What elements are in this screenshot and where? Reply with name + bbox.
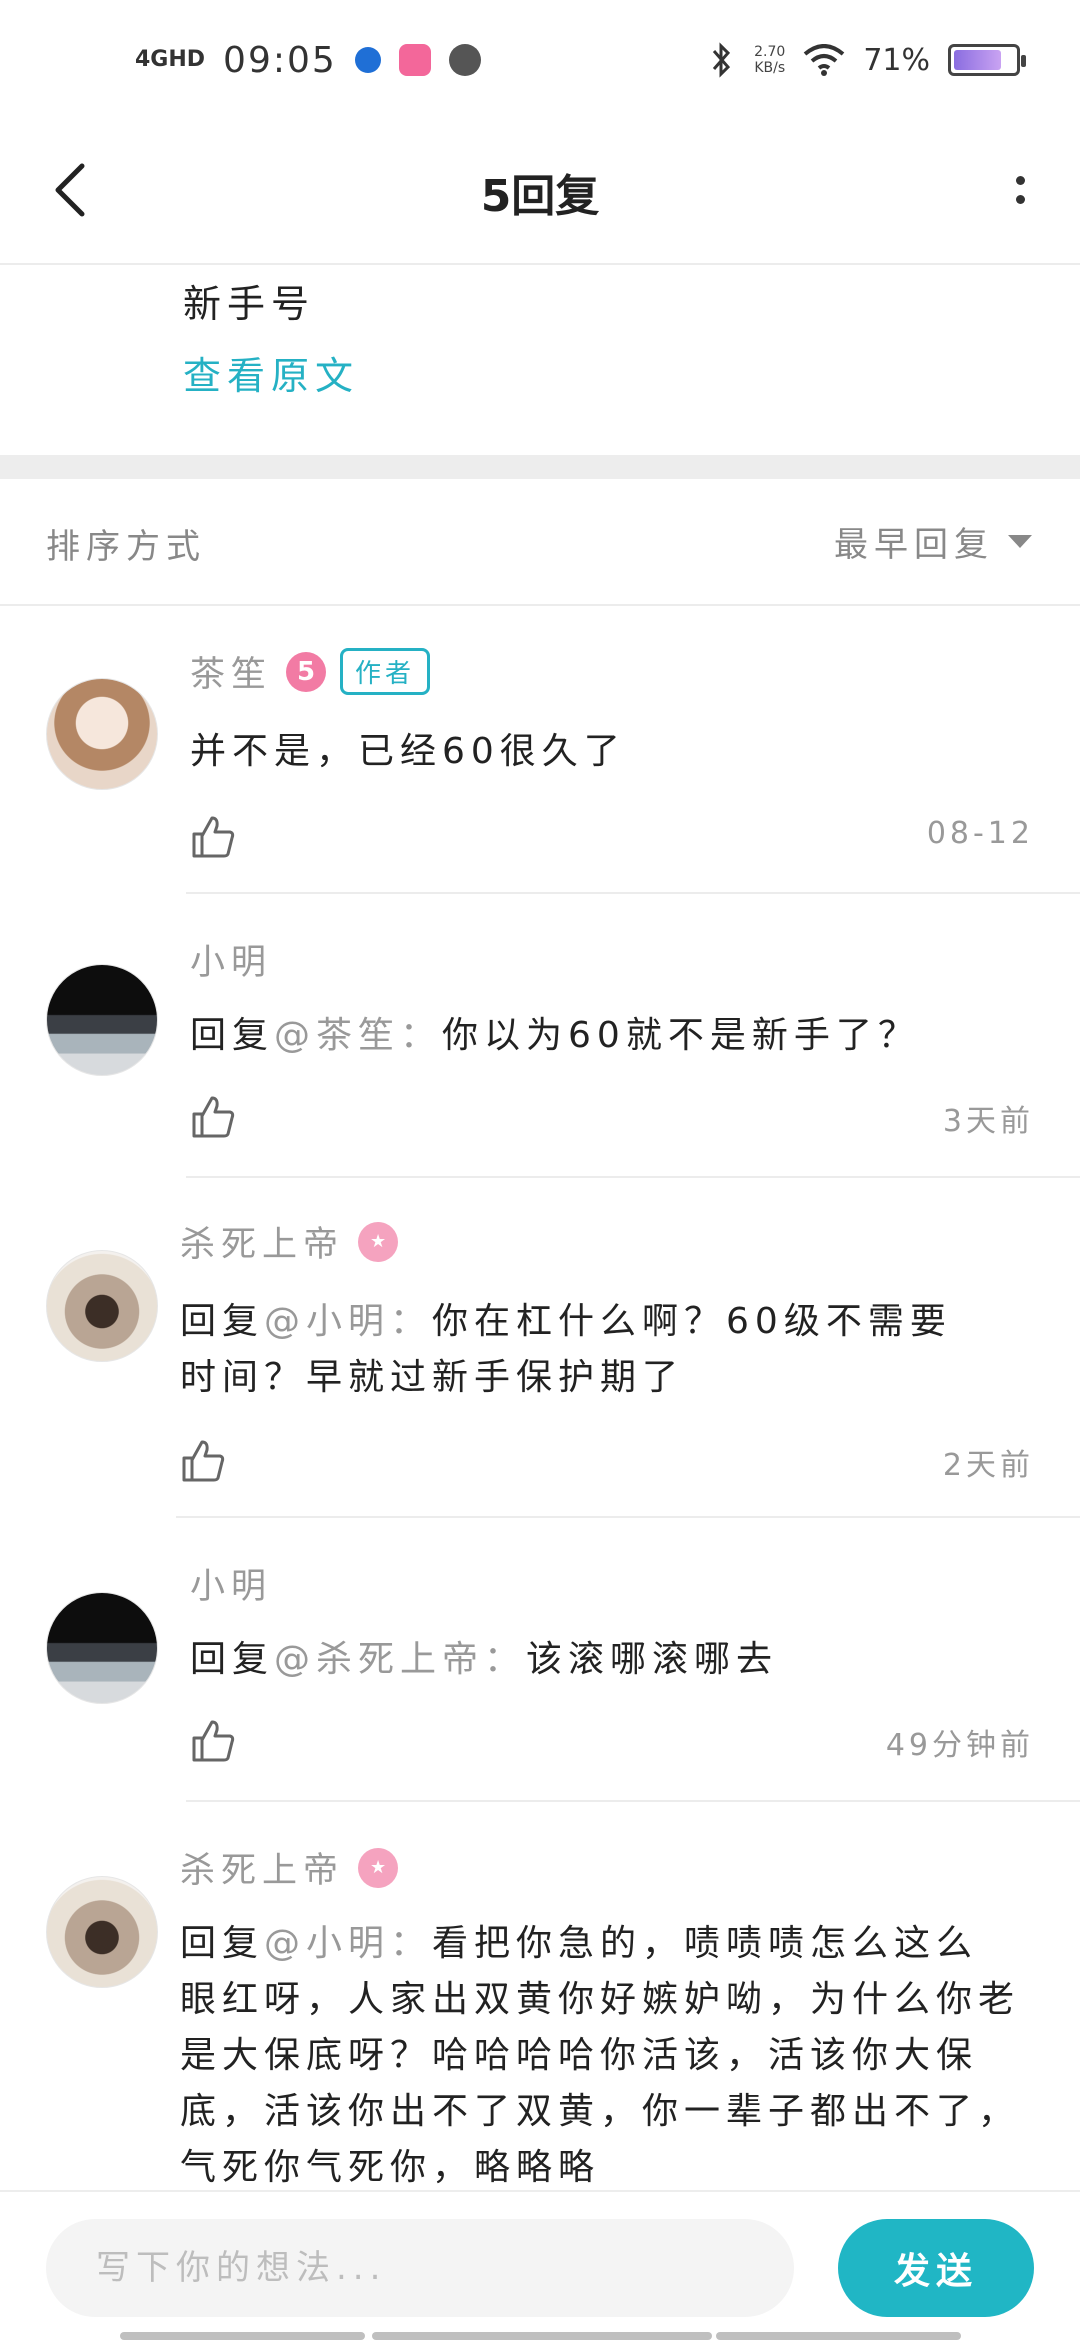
avatar[interactable] (46, 1592, 158, 1704)
author-name[interactable]: 小明 (190, 1558, 272, 1609)
section-divider (0, 455, 1080, 479)
net-speed: 2.70 KB/s (754, 44, 785, 76)
thumbs-up-icon[interactable] (190, 814, 236, 860)
sort-label: 排序方式 (46, 527, 206, 567)
comment-author: 小明 (190, 934, 272, 985)
mention-link[interactable]: @小明： (264, 1301, 432, 1342)
comment-time: 2天前 (942, 1448, 1034, 1483)
thumbs-up-icon[interactable] (190, 1718, 236, 1764)
rabbit-badge-icon: ★ (358, 1221, 399, 1262)
author-name[interactable]: 杀死上帝 (180, 1842, 344, 1893)
more-dot-icon (1015, 195, 1025, 204)
bilibili-icon (398, 44, 431, 76)
net-speed-unit: KB/s (754, 60, 786, 76)
author-name[interactable]: 杀死上帝 (180, 1216, 344, 1267)
top-navbar: 5回复 (0, 120, 1080, 265)
send-button[interactable]: 发送 (838, 2219, 1034, 2317)
browser-icon (354, 47, 381, 73)
author-name[interactable]: 茶笙 (190, 646, 272, 697)
comment-text: 回复@杀死上帝：该滚哪滚哪去 (190, 1639, 779, 1680)
sort-dropdown[interactable]: 最早回复 (834, 517, 1032, 566)
scroll-indicator (372, 2332, 712, 2340)
chevron-left-icon (55, 163, 85, 217)
page-title: 5回复 (480, 170, 600, 222)
author-tag: 作者 (340, 648, 431, 695)
comment-time: 08-12 (926, 816, 1034, 851)
level-badge: 5 (286, 651, 327, 692)
more-options-button[interactable] (1000, 155, 1040, 225)
reply-input[interactable] (46, 2219, 794, 2317)
sort-value: 最早回复 (834, 525, 994, 565)
status-bar: 4GHD 09:05 2.70 KB/s 71% (0, 0, 1080, 120)
back-button[interactable] (40, 155, 100, 225)
status-right: 2.70 KB/s 71% (706, 41, 1026, 79)
comment-time: 49分钟前 (885, 1728, 1034, 1763)
avatar[interactable] (46, 1876, 158, 1988)
status-left: 4GHD 09:05 (135, 40, 481, 81)
comment-text: 回复@茶笙：你以为60就不是新手了？ (190, 1015, 920, 1056)
comment-item: 茶笙 5 作者 并不是，已经60很久了 08-12 (0, 606, 1080, 894)
avatar[interactable] (46, 678, 158, 790)
comment-item: 杀死上帝 ★ 回复@小明：你在杠什么啊？60级不需要时间？早就过新手保护期了 2… (0, 1178, 1080, 1518)
thumbs-up-icon[interactable] (180, 1438, 226, 1484)
comment-time: 3天前 (942, 1104, 1034, 1139)
clock-app-icon (448, 44, 481, 76)
comment-item: 杀死上帝 ★ 回复@小明：看把你急的，啧啧啧怎么这么眼红呀，人家出双黄你好嫉妒呦… (0, 1802, 1080, 2190)
caret-down-icon (1008, 535, 1032, 548)
mention-link[interactable]: @茶笙： (274, 1015, 442, 1056)
thumbs-up-icon[interactable] (190, 1094, 236, 1140)
comment-text: 回复@小明：看把你急的，啧啧啧怎么这么眼红呀，人家出双黄你好嫉妒呦，为什么你老是… (180, 1923, 1021, 2188)
mention-link[interactable]: @杀死上帝： (274, 1639, 526, 1680)
original-post-text: 新手号 (183, 282, 316, 326)
comment-item: 小明 回复@茶笙：你以为60就不是新手了？ 3天前 (0, 894, 1080, 1178)
more-dot-icon (1015, 176, 1025, 185)
rabbit-badge-icon: ★ (358, 1847, 399, 1888)
scroll-indicator (120, 2332, 365, 2340)
comment-author: 杀死上帝 ★ (180, 1216, 399, 1267)
mention-link[interactable]: @小明： (264, 1923, 432, 1964)
reply-composer: 发送 (0, 2190, 1080, 2340)
avatar[interactable] (46, 964, 158, 1076)
network-indicator: 4GHD (135, 47, 206, 72)
view-original-link[interactable]: 查看原文 (183, 345, 359, 400)
author-name[interactable]: 小明 (190, 934, 272, 985)
comment-text: 回复@小明：你在杠什么啊？60级不需要时间？早就过新手保护期了 (180, 1301, 952, 1398)
original-post: 新手号 查看原文 (0, 265, 1080, 455)
comment-item: 小明 回复@杀死上帝：该滚哪滚哪去 49分钟前 (0, 1518, 1080, 1802)
comment-author: 小明 (190, 1558, 272, 1609)
battery-fill (954, 50, 1001, 70)
comment-author: 茶笙 5 作者 (190, 646, 431, 697)
sort-bar: 排序方式 最早回复 (0, 479, 1080, 606)
battery-percent: 71% (863, 42, 930, 78)
comment-author: 杀死上帝 ★ (180, 1842, 399, 1893)
bluetooth-icon (713, 42, 731, 78)
battery-icon (948, 44, 1026, 76)
wifi-icon (804, 44, 845, 76)
scroll-indicator (716, 2332, 961, 2340)
status-time: 09:05 (223, 39, 337, 81)
net-speed-value: 2.70 (754, 44, 786, 60)
comment-text: 并不是，已经60很久了 (190, 731, 626, 772)
avatar[interactable] (46, 1250, 158, 1362)
